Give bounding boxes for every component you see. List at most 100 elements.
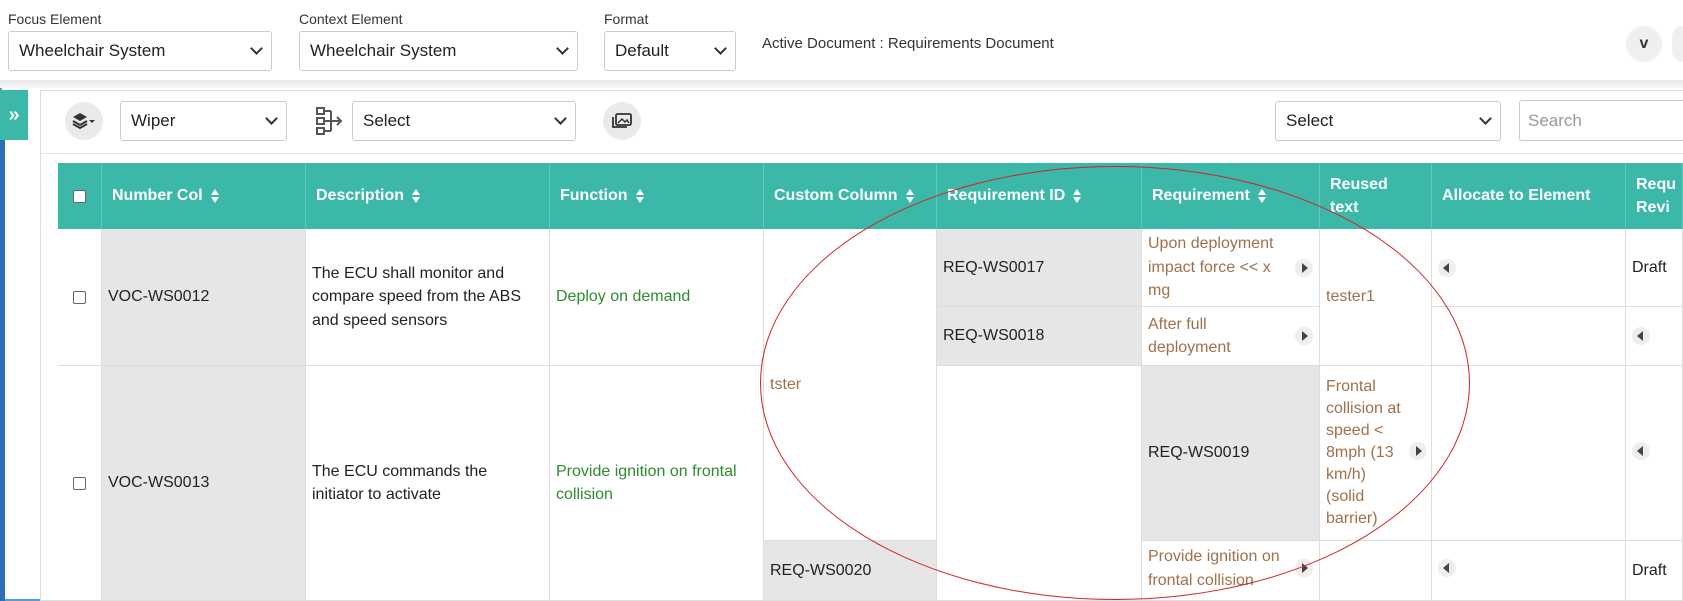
requirement-value: REQ-WS0019 [1148, 444, 1250, 462]
custom-value: REQ-WS0020 [770, 561, 872, 579]
column-header-allocate[interactable]: Allocate to Element [1432, 163, 1626, 229]
expand-right-icon[interactable] [1295, 559, 1313, 577]
sort-icon[interactable] [905, 189, 915, 203]
requirement-value: Provide ignition on frontal collision [1148, 548, 1280, 589]
requirement-id-value: REQ-WS0017 [943, 258, 1045, 276]
sort-icon[interactable] [635, 189, 645, 203]
column-header-label: Number Col [112, 187, 203, 204]
sort-icon[interactable] [412, 189, 421, 203]
description-value: The ECU shall monitor and compare speed … [312, 264, 521, 329]
column-header-label: Requirement [1152, 187, 1250, 204]
description-cell: The ECU shall monitor and compare speed … [306, 229, 550, 366]
select-all-header [58, 163, 102, 229]
format-value: Default [615, 41, 669, 60]
filter-select[interactable]: Select [1275, 101, 1501, 141]
reused-text-cell [1320, 541, 1432, 601]
chevron-down-icon [265, 112, 278, 125]
focus-element-select[interactable]: Wheelchair System [8, 31, 272, 71]
collapse-left-icon[interactable] [1438, 559, 1456, 577]
requirement-id-cell: REQ-WS0017 [937, 229, 1142, 307]
column-header-function[interactable]: Function [550, 163, 764, 229]
sort-icon[interactable] [210, 189, 220, 203]
reused-text-value: Frontal collision at speed < 8mph (13 km… [1326, 378, 1401, 527]
sort-icon[interactable] [1257, 189, 1267, 203]
column-header-review[interactable]: Requ Revi [1626, 163, 1683, 229]
active-document-label: Active Document : Requirements Document [762, 35, 1054, 52]
select-all-checkbox[interactable] [73, 189, 86, 203]
column-header-requirement[interactable]: Requirement [1142, 163, 1320, 229]
number-value: VOC-WS0013 [108, 474, 210, 492]
row-select-cell [58, 366, 102, 601]
sort-icon[interactable] [1073, 189, 1082, 203]
review-cell: Draft [1626, 541, 1683, 601]
top-bar-shadow [0, 80, 1683, 88]
column-header-requirement-id[interactable]: Requirement ID [937, 163, 1142, 229]
custom-value[interactable]: tster [770, 373, 801, 397]
hierarchy-icon [316, 107, 343, 135]
image-export-button[interactable] [603, 102, 641, 140]
focus-element-label: Focus Element [8, 11, 102, 27]
expand-right-icon[interactable] [1295, 327, 1313, 345]
column-header-label: Description [316, 187, 405, 204]
column-header-label: Requ Revi [1636, 176, 1676, 216]
column-header-label: Function [560, 187, 628, 204]
layer-select[interactable]: Wiper [120, 101, 287, 141]
column-header-description[interactable]: Description [306, 163, 550, 229]
reused-text-cell[interactable]: tester1 [1320, 229, 1432, 366]
sidebar-expand-button[interactable]: » [0, 90, 28, 140]
expand-right-icon[interactable] [1295, 259, 1313, 277]
reused-text-cell[interactable]: Frontal collision at speed < 8mph (13 km… [1320, 366, 1432, 541]
user-avatar-button[interactable]: v [1626, 26, 1662, 62]
search-placeholder: Search [1528, 110, 1582, 130]
requirement-value: Upon deployment impact force << x mg [1148, 235, 1274, 300]
expand-right-icon[interactable] [1409, 442, 1427, 460]
format-label: Format [604, 11, 649, 27]
function-cell[interactable]: Deploy on demand [550, 229, 764, 366]
chevron-down-icon [250, 42, 263, 55]
review-cell [1626, 366, 1683, 541]
requirement-cell[interactable]: Upon deployment impact force << x mg [1142, 229, 1320, 307]
reused-text-value: tester1 [1326, 288, 1375, 306]
custom-cell: REQ-WS0020 [764, 541, 937, 601]
context-element-label: Context Element [299, 11, 403, 27]
chevron-down-icon [1479, 112, 1492, 125]
focus-element-value: Wheelchair System [19, 41, 166, 60]
requirement-id-cell-empty [937, 366, 1142, 601]
layer-select-value: Wiper [131, 111, 176, 130]
requirement-id-value: REQ-WS0018 [943, 327, 1045, 345]
collapse-left-icon[interactable] [1632, 327, 1650, 345]
context-element-select[interactable]: Wheelchair System [299, 31, 578, 71]
number-cell: VOC-WS0013 [102, 366, 306, 601]
row-checkbox[interactable] [73, 476, 86, 490]
review-value: Draft [1632, 258, 1667, 276]
column-header-label: Allocate to Element [1442, 187, 1591, 204]
number-cell: VOC-WS0012 [102, 229, 306, 366]
context-element-value: Wheelchair System [310, 41, 457, 60]
search-input[interactable]: Search [1519, 100, 1683, 141]
row-checkbox[interactable] [73, 290, 86, 304]
layers-menu-button[interactable] [65, 102, 103, 140]
overflow-button[interactable] [1672, 26, 1683, 62]
collapse-left-icon[interactable] [1438, 259, 1456, 277]
review-cell [1626, 307, 1683, 366]
hierarchy-select[interactable]: Select [352, 101, 576, 141]
custom-cell: tster [764, 229, 937, 541]
format-select[interactable]: Default [604, 31, 736, 71]
collapse-left-icon[interactable] [1632, 442, 1650, 460]
function-cell[interactable]: Provide ignition on frontal collision [550, 366, 764, 601]
column-header-label: Reused text [1330, 176, 1388, 216]
column-header-custom[interactable]: Custom Column [764, 163, 937, 229]
function-value: Deploy on demand [556, 288, 691, 306]
requirement-cell[interactable]: After full deployment [1142, 307, 1320, 366]
column-header-number[interactable]: Number Col [102, 163, 306, 229]
hierarchy-select-value: Select [363, 111, 411, 130]
chevron-down-icon [714, 42, 727, 55]
chevron-down-icon [554, 112, 567, 125]
column-header-reused-text[interactable]: Reused text [1320, 163, 1432, 229]
requirement-cell[interactable]: Provide ignition on frontal collision [1142, 541, 1320, 601]
layers-icon [72, 113, 95, 130]
number-value: VOC-WS0012 [108, 288, 210, 306]
allocate-cell [1432, 229, 1626, 307]
chevron-down-icon [556, 42, 569, 55]
requirement-id-cell: REQ-WS0018 [937, 307, 1142, 366]
